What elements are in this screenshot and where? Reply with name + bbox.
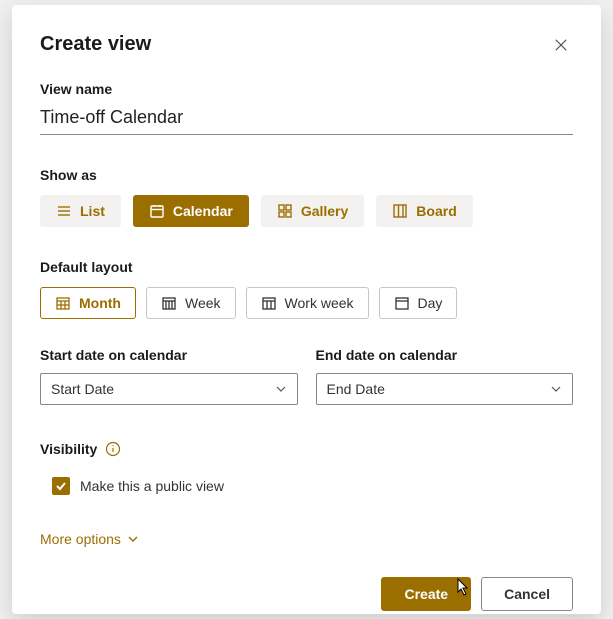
workweek-icon [261,295,277,311]
board-icon [392,203,408,219]
gallery-icon [277,203,293,219]
chevron-down-icon [275,383,287,395]
more-options-toggle[interactable]: More options [40,531,573,547]
create-button[interactable]: Create [381,577,471,611]
start-date-value: Start Date [51,381,114,397]
more-options-label: More options [40,531,121,547]
chevron-down-icon [550,383,562,395]
layout-day[interactable]: Day [379,287,458,319]
show-as-options: List Calendar Gallery Board [40,195,573,227]
info-icon[interactable] [105,441,121,457]
view-name-input[interactable] [40,103,573,135]
show-as-gallery-label: Gallery [301,203,348,219]
start-date-label: Start date on calendar [40,347,298,363]
visibility-label: Visibility [40,441,97,457]
end-date-select[interactable]: End Date [316,373,574,405]
list-icon [56,203,72,219]
layout-week-label: Week [185,295,221,311]
public-view-label: Make this a public view [80,478,224,494]
day-icon [394,295,410,311]
end-date-label: End date on calendar [316,347,574,363]
end-date-col: End date on calendar End Date [316,347,574,405]
week-icon [161,295,177,311]
layout-workweek[interactable]: Work week [246,287,369,319]
default-layout-options: Month Week Work week Day [40,287,573,319]
check-icon [55,480,67,492]
dialog-actions: Create Cancel [40,577,573,611]
layout-month-label: Month [79,295,121,311]
show-as-list-label: List [80,203,105,219]
show-as-board-label: Board [416,203,456,219]
close-button[interactable] [549,33,573,57]
end-date-value: End Date [327,381,385,397]
show-as-calendar-label: Calendar [173,203,233,219]
visibility-row: Visibility [40,441,573,457]
date-fields: Start date on calendar Start Date End da… [40,347,573,405]
public-view-checkbox[interactable] [52,477,70,495]
dialog-header: Create view [40,33,573,57]
layout-month[interactable]: Month [40,287,136,319]
default-layout-label: Default layout [40,259,573,275]
layout-week[interactable]: Week [146,287,236,319]
dialog-title: Create view [40,33,151,56]
cancel-button[interactable]: Cancel [481,577,573,611]
show-as-list[interactable]: List [40,195,121,227]
show-as-calendar[interactable]: Calendar [133,195,249,227]
start-date-col: Start date on calendar Start Date [40,347,298,405]
show-as-label: Show as [40,167,573,183]
layout-day-label: Day [418,295,443,311]
month-icon [55,295,71,311]
view-name-label: View name [40,81,573,97]
create-view-dialog: Create view View name Show as List Calen… [12,5,601,614]
start-date-select[interactable]: Start Date [40,373,298,405]
public-view-row: Make this a public view [52,477,573,495]
show-as-board[interactable]: Board [376,195,472,227]
close-icon [554,38,568,52]
layout-workweek-label: Work week [285,295,354,311]
calendar-icon [149,203,165,219]
show-as-gallery[interactable]: Gallery [261,195,364,227]
chevron-down-icon [127,533,139,545]
